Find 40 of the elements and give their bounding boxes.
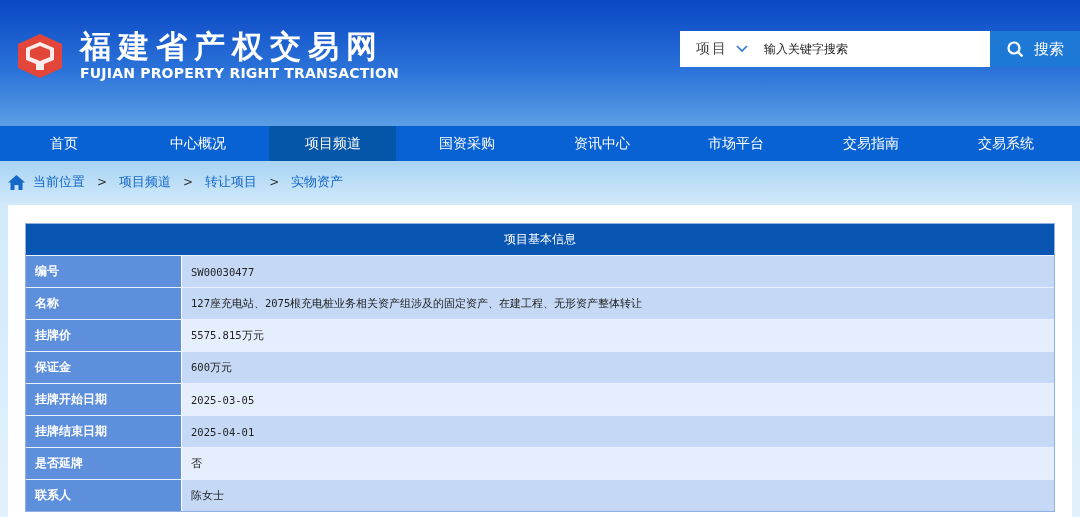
nav-tab[interactable]: 资讯中心 [538, 126, 666, 161]
field-label: 挂牌开始日期 [26, 384, 182, 415]
search-icon [1006, 40, 1024, 58]
field-label: 联系人 [26, 480, 182, 511]
table-title: 项目基本信息 [26, 224, 1054, 255]
field-label: 保证金 [26, 352, 182, 383]
category-select[interactable]: 项目 [696, 40, 728, 58]
field-label: 挂牌结束日期 [26, 416, 182, 447]
nav-tab[interactable]: 交易系统 [942, 126, 1070, 161]
field-label: 是否延牌 [26, 448, 182, 479]
field-value: 127座充电站、2075根充电桩业务相关资产组涉及的固定资产、在建工程、无形资产整体转让 [182, 288, 1054, 319]
field-label: 名称 [26, 288, 182, 319]
site-title: 福建省产权交易网 [80, 28, 385, 64]
nav-tab[interactable]: 市场平台 [672, 126, 800, 161]
field-value: 2025-04-01 [182, 416, 1054, 447]
field-value: 否 [182, 448, 1054, 479]
field-value: 2025-03-05 [182, 384, 1054, 415]
chevron-down-icon [736, 45, 748, 53]
field-label: 挂牌价 [26, 320, 182, 351]
breadcrumb-separator: > [183, 175, 194, 189]
breadcrumb-label[interactable]: 当前位置 [33, 173, 85, 191]
field-value: 5575.815万元 [182, 320, 1054, 351]
breadcrumb-separator: > [269, 175, 280, 189]
nav-tab[interactable]: 国资采购 [403, 126, 531, 161]
breadcrumb-link[interactable]: 项目频道 [119, 173, 172, 191]
nav-tab[interactable]: 交易指南 [807, 126, 935, 161]
breadcrumb-separator: > [97, 175, 108, 189]
field-value: 陈女士 [182, 480, 1054, 511]
search-button[interactable]: 搜索 [990, 31, 1080, 67]
breadcrumb-link[interactable]: 转让项目 [205, 173, 258, 191]
field-value: SW00030477 [182, 256, 1054, 287]
nav-tab[interactable]: 项目频道 [269, 126, 397, 161]
nav-tab[interactable]: 首页 [0, 126, 127, 161]
site-subtitle: FUJIAN PROPERTY RIGHT TRANSACTION [80, 64, 399, 82]
home-icon [8, 174, 25, 190]
field-label: 编号 [26, 256, 182, 287]
search-field[interactable]: 项目 输入关键字搜索 [680, 31, 990, 67]
nav-tab[interactable]: 中心概况 [134, 126, 262, 161]
breadcrumb-link[interactable]: 实物资产 [291, 173, 344, 191]
field-value: 600万元 [182, 352, 1054, 383]
